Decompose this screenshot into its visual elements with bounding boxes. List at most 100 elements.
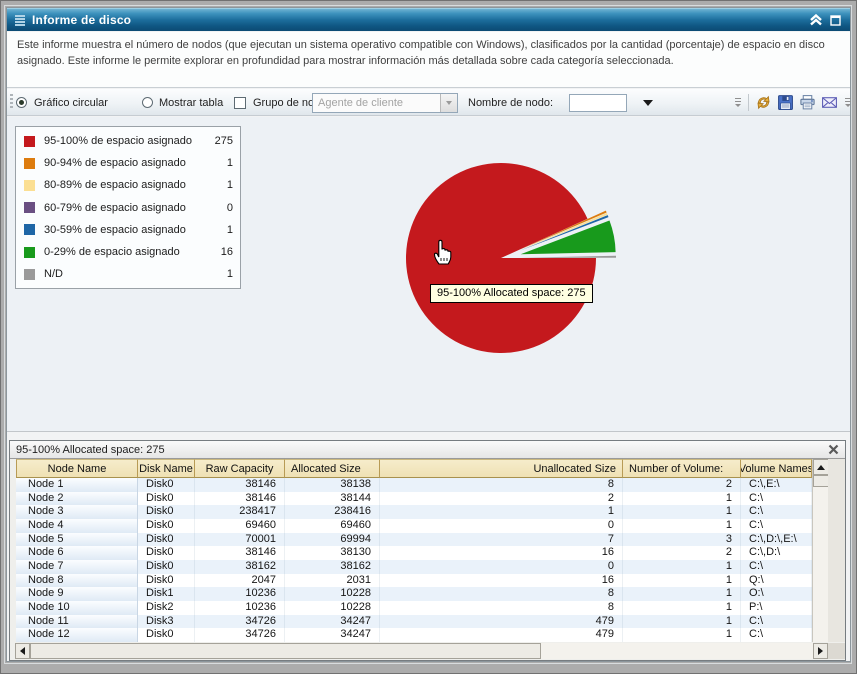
legend-swatch-icon bbox=[24, 247, 35, 258]
combo-dropdown-button[interactable] bbox=[440, 94, 457, 112]
refresh-icon bbox=[755, 94, 772, 111]
node-group-checkbox[interactable] bbox=[234, 97, 246, 109]
legend-item[interactable]: 80-89% de espacio asignado 1 bbox=[16, 174, 240, 196]
legend-swatch-icon bbox=[24, 224, 35, 235]
table-cell: 34726 bbox=[195, 628, 285, 642]
horizontal-scrollbar[interactable] bbox=[15, 643, 828, 659]
scroll-left-button[interactable] bbox=[15, 643, 30, 659]
vertical-scroll-thumb[interactable] bbox=[813, 475, 829, 487]
table-cell: 69460 bbox=[285, 519, 380, 533]
table-row[interactable]: Node 6Disk03814638130162C:\,D:\ bbox=[16, 546, 812, 560]
column-header[interactable]: Disk Name bbox=[138, 459, 195, 478]
report-description: Este informe muestra el número de nodos … bbox=[7, 32, 850, 88]
column-header[interactable]: Volume Names bbox=[741, 459, 812, 478]
save-button[interactable] bbox=[775, 92, 796, 113]
vertical-scrollbar[interactable] bbox=[812, 459, 828, 642]
column-header[interactable]: Allocated Size bbox=[285, 459, 380, 478]
table-cell: 10236 bbox=[195, 601, 285, 615]
table-row[interactable]: Node 11Disk334726342474791C:\ bbox=[16, 615, 812, 629]
legend-item[interactable]: 90-94% de espacio asignado1 bbox=[16, 152, 240, 174]
table-row[interactable]: Node 2Disk0381463814421C:\ bbox=[16, 492, 812, 506]
node-name-input[interactable] bbox=[569, 94, 627, 112]
table-cell: 0 bbox=[380, 519, 623, 533]
legend-label: 30-59% de espacio asignado bbox=[44, 224, 186, 236]
table-cell: 69460 bbox=[195, 519, 285, 533]
scrollbar-filler bbox=[828, 459, 845, 642]
table-cell: 34247 bbox=[285, 628, 380, 642]
table-cell: 10228 bbox=[285, 601, 380, 615]
email-icon bbox=[821, 94, 838, 111]
node-name-cell: Node 9 bbox=[16, 587, 138, 601]
node-name-cell: Node 2 bbox=[16, 492, 138, 506]
table-cell: Disk1 bbox=[138, 587, 195, 601]
table-cell: O:\ bbox=[741, 587, 812, 601]
legend-swatch-icon bbox=[24, 180, 35, 191]
table-row[interactable]: Node 7Disk0381623816201C:\ bbox=[16, 560, 812, 574]
legend-label: N/D bbox=[44, 268, 63, 280]
maximize-icon[interactable] bbox=[830, 15, 841, 26]
pie-slice-n-d[interactable] bbox=[521, 256, 616, 258]
legend-item[interactable]: 0-29% de espacio asignado 16 bbox=[16, 241, 240, 263]
toolbar-overflow-button[interactable] bbox=[734, 94, 742, 112]
node-name-cell: Node 12 bbox=[16, 628, 138, 642]
node-name-cell: Node 3 bbox=[16, 505, 138, 519]
collapse-icon[interactable] bbox=[809, 14, 823, 26]
refresh-button[interactable] bbox=[753, 92, 774, 113]
legend-item[interactable]: 30-59% de espacio asignado 1 bbox=[16, 219, 240, 241]
table-row[interactable]: Node 10Disk2102361022881P:\ bbox=[16, 601, 812, 615]
legend-item[interactable]: N/D 1 bbox=[16, 263, 240, 285]
column-header[interactable]: Number of Volume: bbox=[623, 459, 741, 478]
table-row[interactable]: Node 4Disk0694606946001C:\ bbox=[16, 519, 812, 533]
table-cell: C:\ bbox=[741, 505, 812, 519]
legend-label: 80-89% de espacio asignado bbox=[44, 179, 186, 191]
table-cell: 1 bbox=[623, 492, 741, 506]
table-cell: Disk0 bbox=[138, 546, 195, 560]
table-cell: C:\,D:\ bbox=[741, 546, 812, 560]
table-cell: C:\ bbox=[741, 519, 812, 533]
table-cell: 38130 bbox=[285, 546, 380, 560]
legend-label: 0-29% de espacio asignado bbox=[44, 246, 180, 258]
table-cell: 7 bbox=[380, 533, 623, 547]
toolbar: Gráfico circular Mostrar tabla Grupo de … bbox=[7, 89, 850, 116]
legend-value: 1 bbox=[227, 179, 233, 191]
toolbar-overflow-button-2[interactable] bbox=[844, 94, 852, 112]
scroll-right-button[interactable] bbox=[813, 643, 828, 659]
legend-swatch-icon bbox=[24, 136, 35, 147]
window-title: Informe de disco bbox=[32, 13, 131, 27]
table-row[interactable]: Node 9Disk1102361022881O:\ bbox=[16, 587, 812, 601]
legend-item[interactable]: 60-79% de espacio asignado0 bbox=[16, 197, 240, 219]
node-name-cell: Node 1 bbox=[16, 478, 138, 492]
table-row[interactable]: Node 8Disk020472031161Q:\ bbox=[16, 574, 812, 588]
table-cell: 34247 bbox=[285, 615, 380, 629]
pie-chart-radio[interactable] bbox=[16, 97, 27, 108]
node-name-label: Nombre de nodo: bbox=[468, 89, 553, 116]
table-cell: Disk0 bbox=[138, 574, 195, 588]
horizontal-scroll-thumb[interactable] bbox=[30, 643, 541, 659]
scroll-up-button[interactable] bbox=[813, 459, 829, 475]
legend-value: 1 bbox=[227, 224, 233, 236]
table-row[interactable]: Node 3Disk023841723841611C:\ bbox=[16, 505, 812, 519]
legend-value: 16 bbox=[221, 246, 233, 258]
table-cell: C:\ bbox=[741, 492, 812, 506]
node-name-cell: Node 5 bbox=[16, 533, 138, 547]
print-button[interactable] bbox=[797, 92, 818, 113]
column-header[interactable]: Unallocated Size bbox=[380, 459, 623, 478]
column-header[interactable]: Node Name bbox=[16, 459, 138, 478]
show-table-radio[interactable] bbox=[142, 97, 153, 108]
table-row[interactable]: Node 5Disk0700016999473C:\,D:\,E:\ bbox=[16, 533, 812, 547]
chart-area: 95-100% de espacio asignado27590-94% de … bbox=[7, 117, 850, 432]
legend-value: 1 bbox=[227, 268, 233, 280]
table-row[interactable]: Node 1Disk0381463813882C:\,E:\ bbox=[16, 478, 812, 492]
node-name-dropdown-arrow[interactable] bbox=[643, 100, 653, 106]
table-row[interactable]: Node 12Disk034726342474791C:\ bbox=[16, 628, 812, 642]
table-cell: 1 bbox=[623, 615, 741, 629]
hand-cursor-icon bbox=[431, 237, 455, 267]
panel-close-button[interactable] bbox=[828, 444, 839, 455]
email-button[interactable] bbox=[819, 92, 840, 113]
table-cell: 34726 bbox=[195, 615, 285, 629]
node-group-combobox[interactable]: Agente de cliente bbox=[312, 93, 458, 113]
chart-legend: 95-100% de espacio asignado27590-94% de … bbox=[15, 126, 241, 289]
column-header[interactable]: Raw Capacity bbox=[195, 459, 285, 478]
legend-item[interactable]: 95-100% de espacio asignado275 bbox=[16, 130, 240, 152]
table-cell: 10236 bbox=[195, 587, 285, 601]
